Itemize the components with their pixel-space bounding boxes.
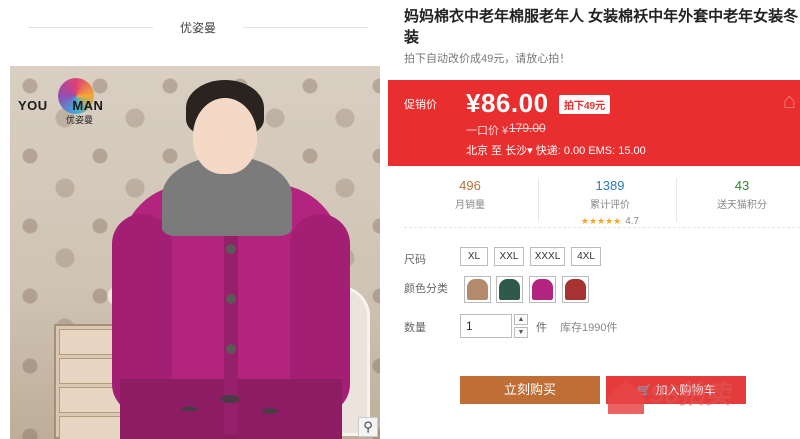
rating-value: 4.7 <box>625 216 640 227</box>
brand-logo: YOU MAN 优姿曼 <box>18 78 138 126</box>
watermark-logo-icon <box>608 380 644 414</box>
ship-from: 北京 至 <box>466 145 503 157</box>
magnifier-icon[interactable]: ⚲ <box>358 417 378 437</box>
model-face <box>193 98 257 174</box>
discount-tag: 拍下49元 <box>559 95 611 114</box>
color-swatch[interactable] <box>464 276 491 303</box>
chevron-down-icon: ▾ <box>527 145 533 157</box>
stat-divider <box>538 178 539 222</box>
tmall-points: 43 送天猫积分 <box>717 178 767 211</box>
quantity-input[interactable]: 1 <box>460 314 512 338</box>
monthly-sales: 496 月销量 <box>455 178 485 211</box>
price-panel: 促销价 ¥86.00 拍下49元 一口价 ¥ 179.00 北京 至 长沙▾ 快… <box>388 80 800 166</box>
logo-sub: 优姿曼 <box>66 115 94 125</box>
shop-header: 优姿曼 <box>28 14 368 40</box>
shipping-info: 北京 至 长沙▾ 快递: 0.00 EMS: 15.00 <box>466 142 646 158</box>
quantity-unit: 件 <box>536 322 547 334</box>
size-row: 尺码 XL XXL XXXL 4XL <box>404 247 800 269</box>
ship-to-select[interactable]: 长沙▾ <box>505 142 533 158</box>
stats-bar: 496 月销量 1389 累计评价 ★★★★★ 4.7 43 送天猫积分 <box>404 172 800 228</box>
price-notice: 拍下自动改价成49元，请放心拍！ <box>404 53 571 65</box>
color-row: 颜色分类 <box>404 276 800 305</box>
buy-now-button[interactable]: 立刻购买 <box>460 376 600 404</box>
quantity-label: 数量 <box>404 322 426 334</box>
product-title: 妈妈棉衣中老年棉服老年人 女装棉袄中年外套中老年女装冬装 <box>404 8 799 46</box>
rating-stars-icon: ★★★★★ <box>580 216 622 226</box>
original-price-label: 一口价 ¥ <box>466 125 509 137</box>
color-swatch[interactable] <box>562 276 589 303</box>
product-photo[interactable]: YOU MAN 优姿曼 ⚲ <box>10 66 380 439</box>
color-label: 颜色分类 <box>404 283 448 295</box>
size-option[interactable]: XL <box>460 247 488 266</box>
size-label: 尺码 <box>404 254 426 266</box>
watermark-house-icon: ⌂ <box>782 88 796 113</box>
size-option[interactable]: XXXL <box>530 247 565 266</box>
review-count[interactable]: 1389 累计评价 ★★★★★ 4.7 <box>544 178 676 229</box>
promo-price: ¥86.00 <box>466 88 549 118</box>
promo-price-label: 促销价 <box>404 99 437 111</box>
quantity-row: 数量 1 ▲ ▼ 件 库存1990件 <box>404 314 800 340</box>
site-watermark: 98拍卖 <box>608 372 800 428</box>
size-option[interactable]: XXL <box>494 247 524 266</box>
color-swatch[interactable] <box>529 276 556 303</box>
quantity-down-icon[interactable]: ▼ <box>514 327 528 338</box>
size-option[interactable]: 4XL <box>571 247 601 266</box>
divider-right <box>243 27 368 28</box>
ship-fees: 快递: 0.00 EMS: 15.00 <box>535 145 646 157</box>
stock-count: 库存1990件 <box>560 322 618 334</box>
logo-brand: YOU MAN <box>18 98 104 113</box>
original-price: 179.00 <box>509 121 546 135</box>
color-swatch[interactable] <box>496 276 523 303</box>
quantity-up-icon[interactable]: ▲ <box>514 314 528 325</box>
